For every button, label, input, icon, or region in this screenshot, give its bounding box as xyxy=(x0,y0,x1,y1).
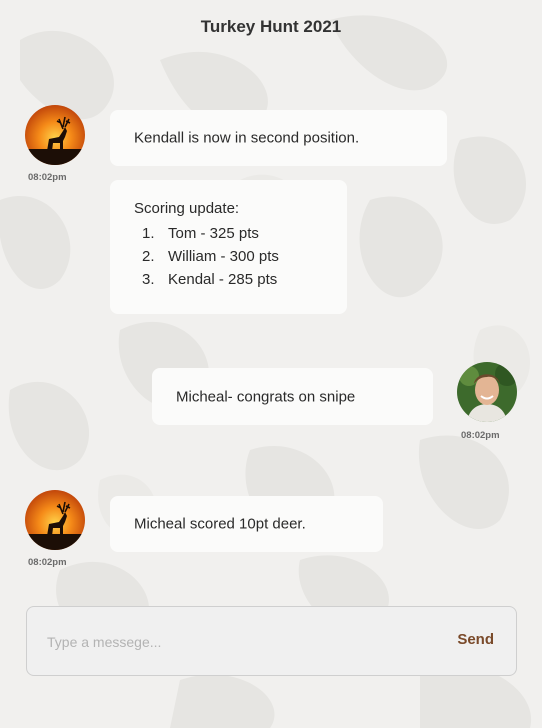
scoring-update-bubble: Scoring update: 1. Tom - 325 pts 2. Willia… xyxy=(110,180,347,314)
message-time: 08:02pm xyxy=(28,557,67,568)
scoring-heading: Scoring update: xyxy=(134,200,240,217)
send-button[interactable]: Send xyxy=(457,631,494,648)
message-bubble: Micheal scored 10pt deer. xyxy=(110,496,383,552)
message-text: Kendall is now in second position. xyxy=(134,129,360,147)
deer-sunset-avatar[interactable] xyxy=(25,105,85,165)
user-photo-avatar[interactable] xyxy=(457,362,517,422)
message-composer: Send xyxy=(26,606,517,676)
message-bubble: Micheal- congrats on snipe xyxy=(152,368,433,425)
message-time: 08:02pm xyxy=(28,172,67,183)
message-text: Micheal- congrats on snipe xyxy=(176,388,356,405)
message-input[interactable] xyxy=(45,627,409,657)
deer-sunset-avatar[interactable] xyxy=(25,490,85,550)
message-bubble: Kendall is now in second position. xyxy=(110,110,447,166)
chat-title: Turkey Hunt 2021 xyxy=(200,17,342,36)
message-time: 08:02pm xyxy=(461,430,500,441)
scoring-list-item: 1. Tom - 325 pts xyxy=(142,225,259,242)
message-text: Micheal scored 10pt deer. xyxy=(134,515,306,533)
scoring-list: 1. Tom - 325 pts 2. William - 300 pts 3. Ke… xyxy=(142,222,279,291)
scoring-list-item: 3. Kendal - 285 pts xyxy=(142,271,278,288)
scoring-list-item: 2. William - 300 pts xyxy=(142,248,279,265)
